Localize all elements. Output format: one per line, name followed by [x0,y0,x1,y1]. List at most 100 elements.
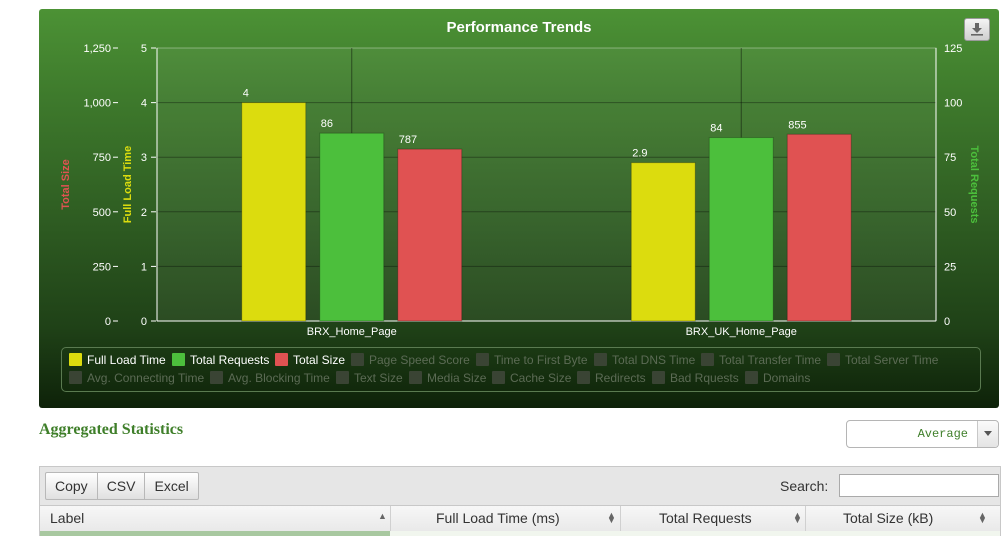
copy-button[interactable]: Copy [45,472,98,500]
legend-label: Media Size [427,371,487,385]
legend-swatch [172,353,185,366]
tick-label-requests: 75 [944,152,956,164]
chart-legend: Full Load Time Total Requests Total Size Pa… [61,347,981,392]
tick-label-time: 2 [141,207,147,219]
csv-button[interactable]: CSV [96,472,146,500]
bar-total-requests [319,132,385,322]
column-header-text: Full Load Time (ms) [436,510,560,526]
bar-total-size [786,133,852,322]
performance-trends-chart: Performance Trends 5 1,250 125 4 1,000 100 3 75… [39,9,999,408]
tick-label-size: 500 [93,207,111,219]
legend-item[interactable]: Bad Rquests [652,371,739,385]
tick-label-size: 1,000 [83,98,111,110]
bar-total-requests [708,137,774,322]
legend-item[interactable]: Domains [745,371,810,385]
tick-label-size: 1,250 [83,43,111,55]
sort-both-icon: ▲ ▼ [793,510,802,525]
data-label: 84 [710,123,722,135]
legend-swatch [210,371,223,384]
table-row[interactable] [390,531,1000,536]
legend-swatch [409,371,422,384]
tick-label-size: 750 [93,152,111,164]
sort-both-icon: ▲ ▼ [978,510,987,525]
sort-asc-icon: ▲ [378,511,387,521]
statistics-table: Copy CSV Excel Search: Label ▲ Full Load… [39,466,1001,536]
table-header: Label ▲ Full Load Time (ms) ▲ ▼ Total Req… [40,505,1000,531]
tick-label-time: 1 [141,261,147,273]
legend-item[interactable]: Total Server Time [827,353,938,367]
tick-label-size: 250 [93,261,111,273]
legend-swatch [476,353,489,366]
tick-label-requests: 125 [944,43,962,55]
legend-label: Domains [763,371,811,385]
tick-label-requests: 0 [944,316,950,328]
legend-item[interactable]: Media Size [409,371,486,385]
column-header-total-size[interactable]: Total Size (kB) ▲ ▼ [806,506,1000,531]
legend-item[interactable]: Redirects [577,371,646,385]
aggregation-select[interactable]: Average [846,420,999,448]
legend-item[interactable]: Time to First Byte [476,353,588,367]
legend-swatch [351,353,364,366]
tick-label-time: 5 [141,43,147,55]
legend-item[interactable]: Total Transfer Time [701,353,821,367]
column-header-text: Total Requests [659,510,752,526]
search-label: Search: [780,478,829,494]
legend-swatch [577,371,590,384]
legend-item[interactable]: Avg. Connecting Time [69,371,204,385]
legend-label: Total Server Time [845,353,939,367]
legend-label: Total DNS Time [612,353,696,367]
legend-item[interactable]: Page Speed Score [351,353,470,367]
legend-swatch [745,371,758,384]
column-header-label[interactable]: Label ▲ [40,506,391,531]
legend-item[interactable]: Full Load Time [69,353,166,367]
legend-label: Page Speed Score [369,353,470,367]
tick-label-time: 4 [141,98,147,110]
legend-label: Total Transfer Time [719,353,822,367]
y-axis-title-time: Full Load Time [122,146,134,223]
tick-label-requests: 50 [944,207,956,219]
legend-label: Bad Rquests [670,371,739,385]
legend-item[interactable]: Total DNS Time [594,353,695,367]
legend-label: Avg. Connecting Time [87,371,205,385]
bar-full-load-time [630,162,696,322]
search-input[interactable] [839,474,999,497]
column-header-text: Total Size (kB) [843,510,934,526]
legend-swatch [69,371,82,384]
legend-swatch [275,353,288,366]
data-label: 2.9 [632,148,647,160]
legend-swatch [69,353,82,366]
tick-label-size: 0 [105,316,111,328]
legend-item[interactable]: Text Size [336,371,403,385]
chevron-down-icon[interactable] [977,421,998,447]
chart-plot: 51,250 12541,000 1003750 752500 501250 2500 0B… [60,43,980,338]
bar-full-load-time [241,102,307,322]
legend-item[interactable]: Cache Size [492,371,571,385]
x-tick-label: BRX_UK_Home_Page [686,326,797,338]
legend-label: Avg. Blocking Time [228,371,330,385]
legend-swatch [827,353,840,366]
export-button-group: Copy CSV Excel [45,472,199,500]
table-row[interactable] [40,531,390,536]
legend-swatch [336,371,349,384]
column-header-total-requests[interactable]: Total Requests ▲ ▼ [621,506,806,531]
data-label: 855 [788,119,806,131]
legend-item[interactable]: Avg. Blocking Time [210,371,330,385]
column-header-text: Label [50,510,85,526]
legend-label: Total Size [293,353,346,367]
legend-swatch [701,353,714,366]
legend-label: Cache Size [510,371,572,385]
tick-label-time: 3 [141,152,147,164]
tick-label-requests: 25 [944,261,956,273]
legend-swatch [594,353,607,366]
y-axis-title-requests: Total Requests [968,145,980,223]
excel-button[interactable]: Excel [144,472,199,500]
aggregated-statistics-title: Aggregated Statistics [39,421,184,438]
legend-item[interactable]: Total Requests [172,353,269,367]
data-label: 4 [243,88,249,100]
sort-both-icon: ▲ ▼ [607,510,616,525]
legend-label: Time to First Byte [494,353,588,367]
legend-label: Redirects [595,371,646,385]
legend-item[interactable]: Total Size [275,353,345,367]
y-axis-title-size: Total Size [60,159,72,210]
column-header-full-load-time[interactable]: Full Load Time (ms) ▲ ▼ [391,506,621,531]
